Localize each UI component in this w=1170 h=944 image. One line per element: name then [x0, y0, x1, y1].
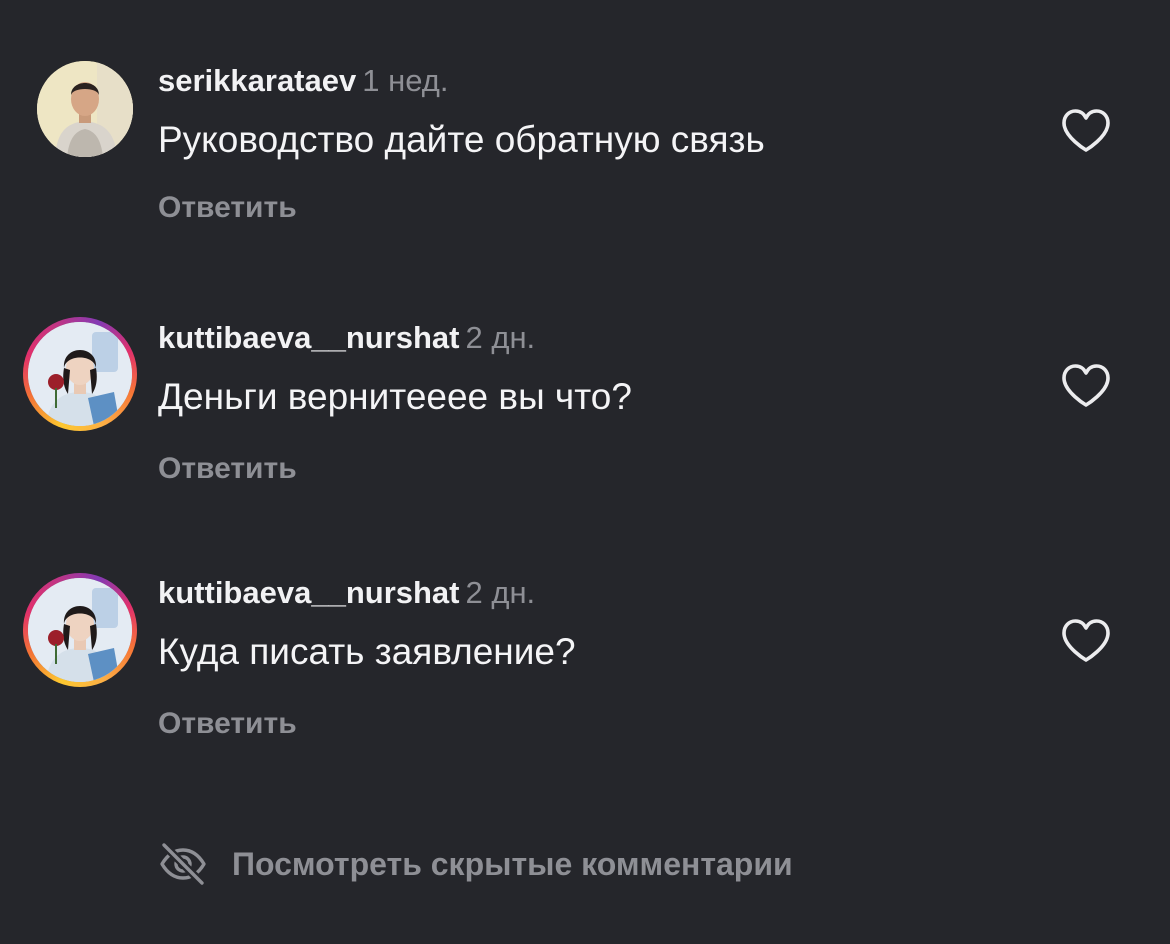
comment-username[interactable]: kuttibaeva__nurshat: [158, 575, 460, 610]
avatar-story-ring[interactable]: [23, 573, 137, 687]
avatar-story-ring[interactable]: [23, 317, 137, 431]
like-button[interactable]: [1060, 363, 1112, 409]
reply-button[interactable]: Ответить: [158, 706, 297, 742]
comment-text: Куда писать заявление?: [158, 631, 576, 672]
avatar-photo: [28, 322, 132, 426]
comment-time: 2 дн.: [465, 320, 536, 355]
comment-text: Деньги вернитееее вы что?: [158, 376, 632, 417]
view-hidden-comments-button[interactable]: Посмотреть скрытые комментарии: [158, 838, 793, 890]
like-button[interactable]: [1060, 618, 1112, 664]
comment-item: kuttibaeva__nurshat 2 дн. Куда писать зая…: [0, 0, 1170, 740]
view-hidden-comments-label: Посмотреть скрытые комментарии: [232, 845, 793, 882]
heart-outline-icon: [1062, 619, 1110, 662]
comment-time: 2 дн.: [465, 575, 536, 610]
avatar-photo: [28, 578, 132, 682]
comment-username[interactable]: kuttibaeva__nurshat: [158, 320, 460, 355]
eye-slash-icon: [160, 841, 206, 887]
reply-button[interactable]: Ответить: [158, 451, 297, 487]
comment-header: kuttibaeva__nurshat 2 дн.: [158, 575, 535, 611]
heart-outline-icon: [1062, 364, 1110, 407]
comment-header: kuttibaeva__nurshat 2 дн.: [158, 320, 535, 356]
